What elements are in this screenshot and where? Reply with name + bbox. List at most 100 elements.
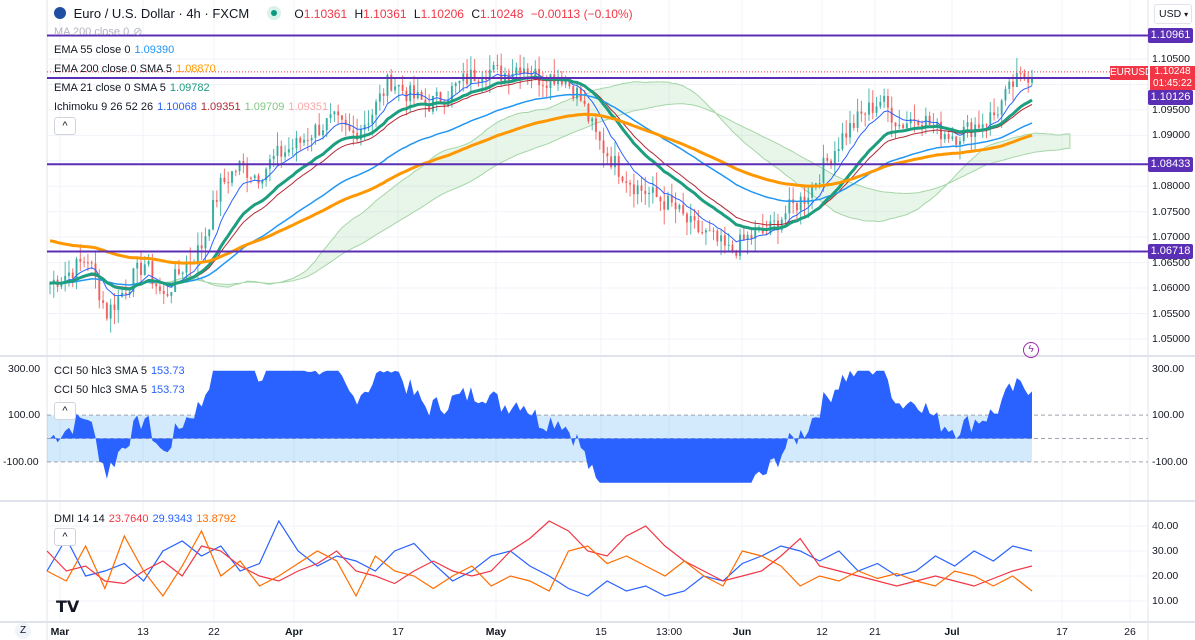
candle-body (610, 156, 613, 168)
symbol-title[interactable]: Euro / U.S. Dollar · 4h · FXCM (74, 6, 250, 21)
candle-body (905, 123, 908, 129)
lightning-icon[interactable]: ϟ (1023, 342, 1039, 358)
chart-canvas[interactable] (0, 0, 1195, 640)
candle-body (576, 87, 579, 99)
candle-body (234, 171, 237, 173)
candle-body (143, 264, 146, 275)
candle-body (875, 106, 878, 113)
candle-body (712, 230, 715, 232)
candle-body (1015, 72, 1018, 87)
collapse-cci-button[interactable]: ^ (54, 402, 76, 420)
dmi-axis-tick: 30.00 (1152, 545, 1179, 557)
candle-body (947, 134, 950, 139)
dmi-label: DMI 14 14 (54, 513, 105, 525)
candle-body (496, 64, 499, 66)
candle-body (629, 182, 632, 185)
candle-body (98, 277, 101, 301)
candle-body (340, 115, 343, 120)
candle-body (458, 80, 461, 84)
legend-ema55[interactable]: EMA 55 close 0 1.09390 (54, 44, 178, 56)
candle-body (773, 220, 776, 222)
candle-body (742, 234, 745, 240)
candle-body (890, 107, 893, 123)
symbol-header: Euro / U.S. Dollar · 4h · FXCM O1.10361 … (54, 6, 641, 21)
tradingview-logo[interactable]: TV (56, 597, 79, 616)
candle-body (636, 185, 639, 195)
candle-body (378, 93, 381, 102)
collapse-dmi-button[interactable]: ^ (54, 528, 76, 546)
price-axis-tick: 1.09000 (1152, 129, 1190, 142)
candle-body (253, 175, 256, 179)
candle-body (871, 102, 874, 113)
cci-axis-tick: -100.00 (1152, 455, 1188, 468)
candle-body (515, 67, 518, 74)
candle-body (841, 133, 844, 150)
candle-body (227, 182, 230, 184)
candle-body (223, 177, 226, 183)
candle-body (799, 196, 802, 211)
candle-body (136, 262, 139, 269)
legend-ema200[interactable]: EMA 200 close 0 SMA 5 1.08870 (54, 63, 220, 75)
candle-body (594, 118, 597, 132)
candle-body (162, 290, 165, 295)
candle-body (879, 101, 882, 107)
candle-body (651, 187, 654, 193)
hidden-eye-icon[interactable]: ⊘ (133, 26, 142, 38)
candle-body (79, 258, 82, 262)
market-open-icon (266, 6, 281, 20)
candle-body (155, 283, 158, 287)
ichimoku-v1: 1.10068 (157, 101, 197, 113)
currency-select[interactable]: USD ▾ (1154, 4, 1192, 24)
legend-ma200[interactable]: MA 200 close 0 ⊘ (54, 25, 146, 38)
candle-body (177, 269, 180, 275)
candle-body (109, 304, 112, 319)
last-price: 1.10248 (1154, 66, 1191, 77)
candle-body (492, 64, 495, 70)
candle-body (83, 261, 86, 263)
candle-body (541, 85, 544, 87)
collapse-legend-button[interactable]: ^ (54, 117, 76, 135)
open-value: 1.10361 (303, 7, 348, 21)
ema21-label: EMA 21 close 0 SMA 5 (54, 82, 166, 94)
legend-ema21[interactable]: EMA 21 close 0 SMA 5 1.09782 (54, 82, 214, 94)
level-label: 1.08433 (1148, 157, 1193, 172)
candle-body (321, 130, 324, 136)
candle-body (181, 272, 184, 275)
candle-body (663, 201, 666, 210)
candle-body (606, 153, 609, 157)
candle-body (833, 151, 836, 165)
candle-body (329, 114, 332, 119)
candle-body (727, 244, 730, 246)
candle-body (519, 67, 522, 75)
candle-body (682, 205, 685, 214)
candle-body (826, 157, 829, 161)
candle-body (723, 235, 726, 246)
candle-body (124, 293, 127, 295)
legend-cci-2[interactable]: CCI 50 hlc3 SMA 5 153.73 (54, 384, 189, 396)
legend-cci-1[interactable]: CCI 50 hlc3 SMA 5 153.73 (54, 365, 189, 377)
legend-dmi[interactable]: DMI 14 14 23.7640 29.9343 13.8792 (54, 513, 240, 525)
cci-axis-tick: 100.00 (1152, 409, 1185, 422)
candle-body (310, 137, 313, 141)
candle-body (382, 93, 385, 96)
candle-body (613, 155, 616, 168)
price-axis-tick: 1.06500 (1152, 256, 1190, 269)
candle-body (716, 230, 719, 242)
candle-body (401, 84, 404, 91)
timezone-button[interactable]: Z (15, 623, 31, 639)
time-axis-tick: 13 (137, 626, 149, 638)
candle-body (591, 118, 594, 122)
chevron-down-icon: ▾ (1184, 10, 1189, 19)
close-label: C (471, 7, 480, 21)
adx-line (46, 529, 1033, 598)
candle-body (678, 205, 681, 210)
candle-body (985, 124, 988, 126)
candle-body (617, 155, 620, 177)
candle-body (204, 236, 207, 249)
candle-body (394, 86, 397, 91)
candle-body (845, 133, 848, 138)
candle-body (545, 85, 548, 88)
legend-ichimoku[interactable]: Ichimoku 9 26 52 26 1.10068 1.09351 1.09709… (54, 101, 332, 113)
cci-left-tick: 100.00 (8, 409, 41, 422)
candle-body (295, 137, 298, 149)
